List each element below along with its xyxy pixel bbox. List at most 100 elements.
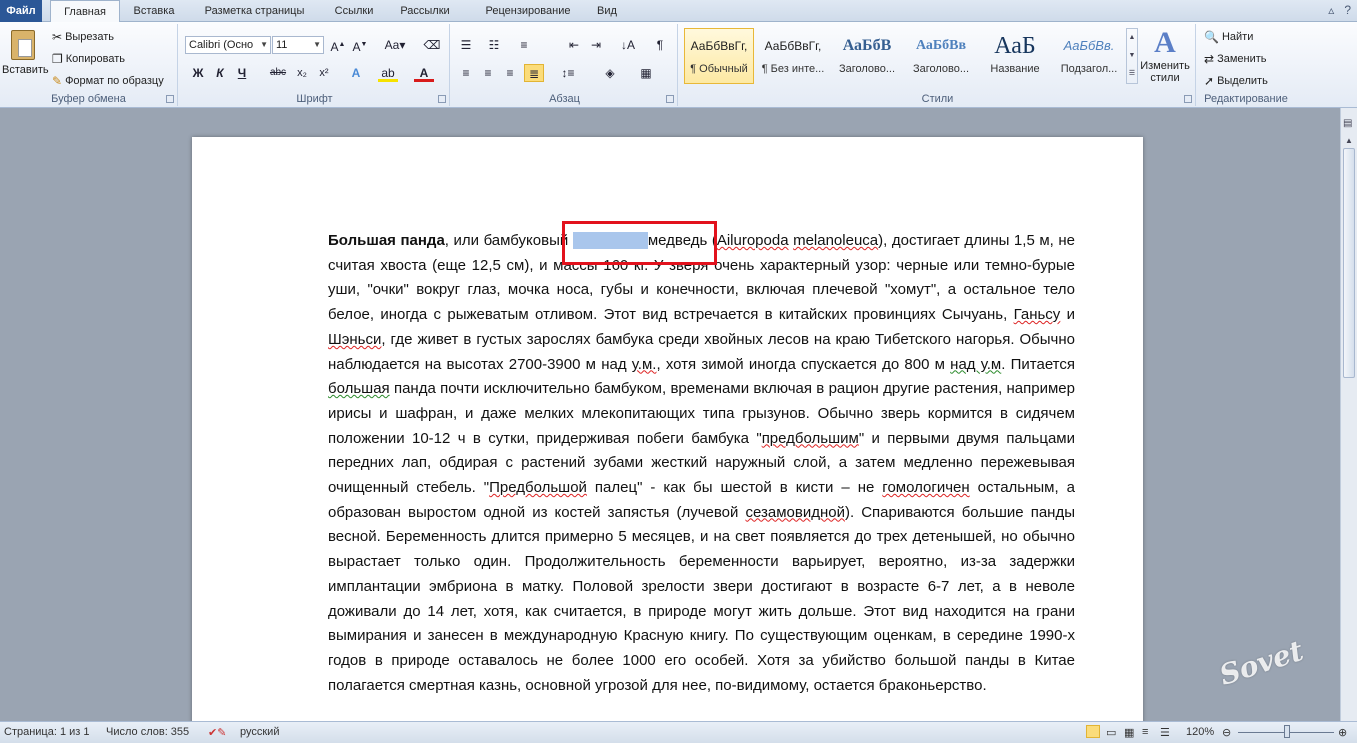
outline-icon[interactable]: ≡	[1142, 726, 1148, 738]
tab-insert[interactable]: Вставка	[124, 0, 184, 22]
style-name: Заголово...	[912, 63, 970, 75]
minimize-ribbon-icon[interactable]: ▵	[1328, 3, 1334, 17]
misspelled-word[interactable]: у.м.	[632, 356, 657, 373]
superscript-icon[interactable]: x²	[314, 64, 334, 82]
replace-label: Заменить	[1217, 53, 1267, 65]
editing-group-label: Редактирование	[1204, 93, 1288, 105]
font-launcher-icon[interactable]: .	[438, 95, 446, 103]
vertical-scrollbar[interactable]: ▤ ▲	[1340, 108, 1357, 721]
shading-icon[interactable]: ◈	[600, 64, 620, 82]
style-title[interactable]: АаБ Название	[980, 28, 1050, 84]
numbering-icon[interactable]: ☷	[484, 36, 504, 54]
ruler-toggle-icon[interactable]: ▤	[1343, 118, 1352, 129]
change-styles-button[interactable]: A Изменить стили	[1134, 26, 1196, 84]
text-effects-icon[interactable]: A	[346, 64, 366, 82]
web-layout-icon[interactable]: ▦	[1124, 726, 1134, 739]
sort-icon[interactable]: ↓A	[618, 36, 638, 54]
align-right-icon[interactable]: ≡	[500, 64, 520, 82]
scroll-up-icon[interactable]: ▲	[1345, 136, 1353, 145]
increase-indent-icon[interactable]: ⇥	[586, 36, 606, 54]
print-layout-icon[interactable]	[1086, 725, 1100, 738]
subscript-icon[interactable]: x₂	[292, 64, 312, 82]
format-painter-button[interactable]: ✎ Формат по образцу	[52, 74, 164, 88]
font-size-value: 11	[276, 39, 288, 51]
tab-page-layout[interactable]: Разметка страницы	[192, 0, 317, 22]
proofing-icon[interactable]: ✔✎	[208, 726, 226, 739]
scrollbar-thumb[interactable]	[1343, 148, 1355, 378]
font-group: Calibri (Осно ▼ 11 ▼ A▲ A▼ Aa▾ ⌫ Ж К Ч abc…	[180, 24, 450, 106]
change-case-icon[interactable]: Aa▾	[382, 36, 408, 54]
style-heading-2[interactable]: АаБбВв Заголово...	[906, 28, 976, 84]
zoom-out-icon[interactable]: ⊖	[1222, 726, 1231, 739]
zoom-in-icon[interactable]: ⊕	[1338, 726, 1347, 739]
style-sample: АаБбВвГг,	[764, 39, 822, 53]
style-sample: АаБбВвГг,	[690, 39, 748, 53]
misspelled-word[interactable]: Ailuropoda	[717, 232, 789, 249]
highlight-icon[interactable]: ab	[378, 64, 398, 82]
italic-button[interactable]: К	[210, 64, 230, 82]
misspelled-word[interactable]: сезамовидной	[745, 504, 845, 521]
grammar-flag[interactable]: над у.м	[950, 356, 1001, 373]
misspelled-word[interactable]: Шэньси	[328, 331, 381, 348]
document-paragraph[interactable]: Большая панда, или бамбуковый медведь (A…	[328, 229, 1075, 698]
misspelled-word[interactable]: предбольшим	[762, 430, 859, 447]
select-label: Выделить	[1217, 75, 1268, 87]
line-spacing-icon[interactable]: ↕≡	[558, 64, 578, 82]
tab-mailings[interactable]: Рассылки	[390, 0, 460, 22]
align-left-icon[interactable]: ≡	[456, 64, 476, 82]
zoom-level[interactable]: 120%	[1186, 726, 1214, 738]
bold-button[interactable]: Ж	[188, 64, 208, 82]
copy-icon: ❐	[52, 52, 63, 66]
tab-home[interactable]: Главная	[50, 0, 120, 23]
style-subtitle[interactable]: АаБбВв. Подзагол...	[1054, 28, 1124, 84]
grow-font-icon[interactable]: A▲	[328, 36, 348, 54]
justify-icon[interactable]: ≣	[524, 64, 544, 82]
borders-icon[interactable]: ▦	[636, 64, 656, 82]
style-sample: АаБбВв	[915, 38, 967, 53]
font-name-combo[interactable]: Calibri (Осно ▼	[185, 36, 271, 54]
misspelled-word[interactable]: гомологичен	[882, 479, 969, 496]
multilevel-list-icon[interactable]: ≡	[514, 36, 534, 54]
pilcrow-icon[interactable]: ¶	[650, 36, 670, 54]
tab-file[interactable]: Файл	[0, 0, 42, 22]
grammar-flag[interactable]: большая	[328, 380, 390, 397]
bullets-icon[interactable]: ☰	[456, 36, 476, 54]
word-count[interactable]: Число слов: 355	[106, 726, 189, 738]
replace-button[interactable]: ⇄ Заменить	[1204, 52, 1267, 66]
styles-launcher-icon[interactable]: .	[1184, 95, 1192, 103]
misspelled-word[interactable]: Предбольшой	[489, 479, 587, 496]
document-page[interactable]: Большая панда, или бамбуковый медведь (A…	[192, 137, 1143, 737]
paragraph-launcher-icon[interactable]: .	[666, 95, 674, 103]
clear-formatting-icon[interactable]: ⌫	[422, 36, 442, 54]
font-size-combo[interactable]: 11 ▼	[272, 36, 324, 54]
tab-view[interactable]: Вид	[592, 0, 622, 22]
tab-review[interactable]: Рецензирование	[468, 0, 588, 22]
strikethrough-icon[interactable]: abc	[268, 64, 288, 82]
help-icon[interactable]: ?	[1344, 3, 1351, 17]
underline-button[interactable]: Ч	[232, 64, 252, 82]
tab-references[interactable]: Ссылки	[326, 0, 382, 22]
decrease-indent-icon[interactable]: ⇤	[564, 36, 584, 54]
font-color-icon[interactable]: A	[414, 64, 434, 82]
style-no-spacing[interactable]: АаБбВвГг, ¶ Без инте...	[758, 28, 828, 84]
paste-button[interactable]: Вставить	[2, 26, 49, 90]
shrink-font-icon[interactable]: A▼	[350, 36, 370, 54]
cut-button[interactable]: ✂ Вырезать	[52, 30, 114, 44]
style-normal[interactable]: АаБбВвГг, ¶ Обычный	[684, 28, 754, 84]
full-screen-icon[interactable]: ▭	[1106, 726, 1116, 739]
copy-button[interactable]: ❐ Копировать	[52, 52, 125, 66]
paragraph-group: ☰ ☷ ≡ ⇤ ⇥ ↓A ¶ ≡ ≡ ≡ ≣ ↕≡ ◈ ▦ Абзац .	[452, 24, 678, 106]
draft-icon[interactable]: ☰	[1160, 726, 1170, 739]
misspelled-word[interactable]: melanoleuca	[793, 232, 878, 249]
zoom-slider-thumb[interactable]	[1284, 725, 1290, 738]
language-indicator[interactable]: русский	[240, 726, 279, 738]
page-count[interactable]: Страница: 1 из 1	[4, 726, 90, 738]
find-button[interactable]: 🔍 Найти	[1204, 30, 1253, 44]
clipboard-launcher-icon[interactable]: .	[166, 95, 174, 103]
style-sample: АаБбВ	[842, 37, 892, 54]
annotation-highlight-box	[562, 221, 717, 265]
align-center-icon[interactable]: ≡	[478, 64, 498, 82]
misspelled-word[interactable]: Ганьсу	[1014, 306, 1061, 323]
select-button[interactable]: ➚ Выделить	[1204, 74, 1268, 88]
style-heading-1[interactable]: АаБбВ Заголово...	[832, 28, 902, 84]
